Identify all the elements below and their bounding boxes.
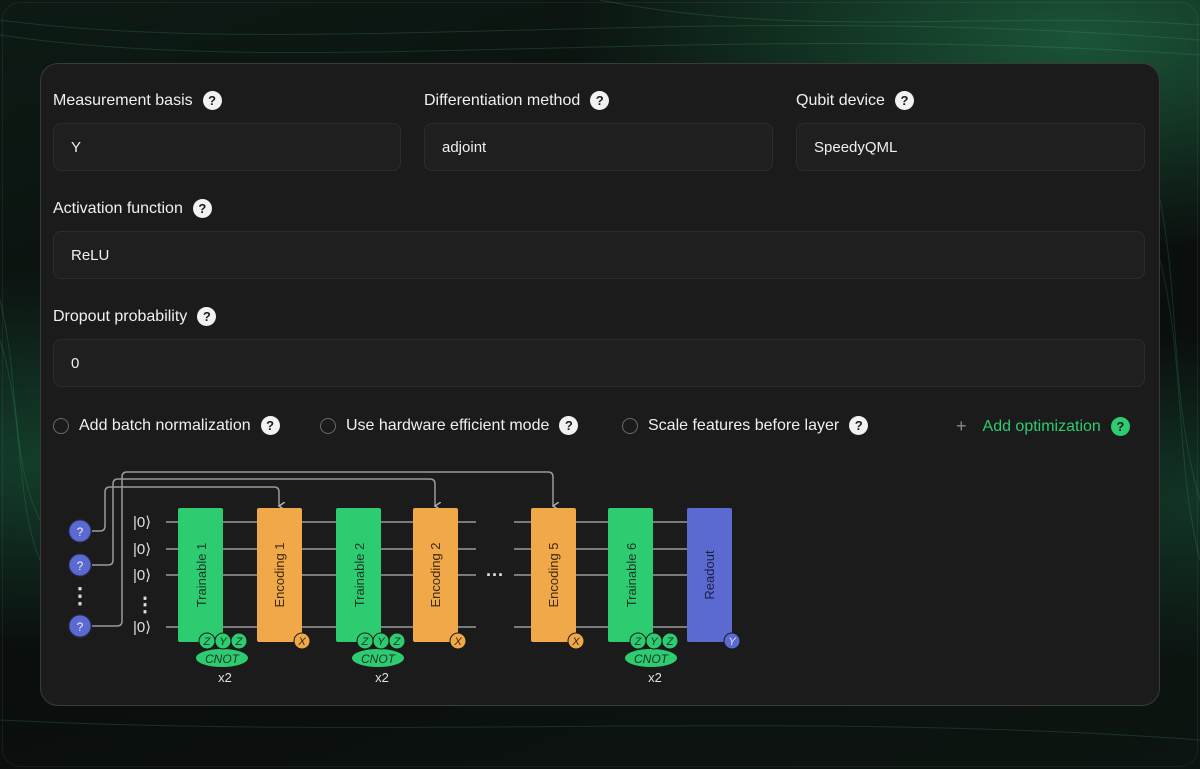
block-label: Trainable 1: [194, 543, 209, 608]
repeat-label: x2: [648, 670, 662, 685]
input-badge-glyph: ?: [77, 559, 84, 573]
gate-label: Y: [219, 636, 227, 648]
entangler-label: CNOT: [361, 652, 397, 666]
block-label: Encoding 5: [546, 542, 561, 607]
qubit-ellipsis: ⋮: [135, 594, 155, 616]
gate-label: Z: [634, 636, 643, 648]
qubit-label: |0⟩: [133, 567, 151, 584]
gate-label: Z: [235, 636, 244, 648]
qubit-label: |0⟩: [133, 514, 151, 531]
qubit-label: |0⟩: [133, 619, 151, 636]
qubit-label: |0⟩: [133, 541, 151, 558]
circuit-ellipsis: ···: [486, 565, 504, 585]
gate-label: Z: [361, 636, 370, 648]
gate-label: Y: [377, 636, 385, 648]
block-label: Encoding 1: [272, 542, 287, 607]
gate-label: X: [453, 636, 462, 648]
qubit-labels: |0⟩ |0⟩ |0⟩ ⋮ |0⟩: [133, 514, 155, 636]
block-label: Encoding 2: [428, 542, 443, 607]
repeat-label: x2: [218, 670, 232, 685]
block-readout: Readout Y: [687, 508, 741, 650]
input-badge-glyph: ?: [77, 620, 84, 634]
gate-label: X: [571, 636, 580, 648]
gate-label: Z: [393, 636, 402, 648]
gate-label: Y: [650, 636, 658, 648]
inputs-ellipsis: ⋮: [69, 583, 91, 608]
block-trainable-6: Trainable 6 CNOT Z Y Z x2: [608, 508, 679, 685]
block-label: Trainable 6: [624, 543, 639, 608]
entangler-label: CNOT: [205, 652, 241, 666]
block-trainable-2: Trainable 2 CNOT Z Y Z x2: [336, 508, 406, 685]
input-badge-glyph: ?: [77, 525, 84, 539]
block-encoding-5: Encoding 5 X: [531, 508, 585, 650]
repeat-label: x2: [375, 670, 389, 685]
block-encoding-2: Encoding 2 X: [413, 508, 467, 650]
gate-label: Z: [203, 636, 212, 648]
block-label: Readout: [702, 550, 717, 600]
block-trainable-1: Trainable 1 CNOT Z Y Z x2: [178, 508, 248, 685]
input-badges: ? ? ⋮ ?: [68, 519, 92, 638]
gate-label: Z: [666, 636, 675, 648]
entangler-label: CNOT: [634, 652, 670, 666]
circuit-diagram: ? ? ⋮ ? |0⟩ |0⟩ |0⟩ ⋮ |0⟩ ··· Trainable …: [68, 471, 741, 685]
gate-label: Y: [728, 636, 736, 648]
block-encoding-1: Encoding 1 X: [257, 508, 311, 650]
gate-label: X: [297, 636, 306, 648]
block-label: Trainable 2: [352, 543, 367, 608]
